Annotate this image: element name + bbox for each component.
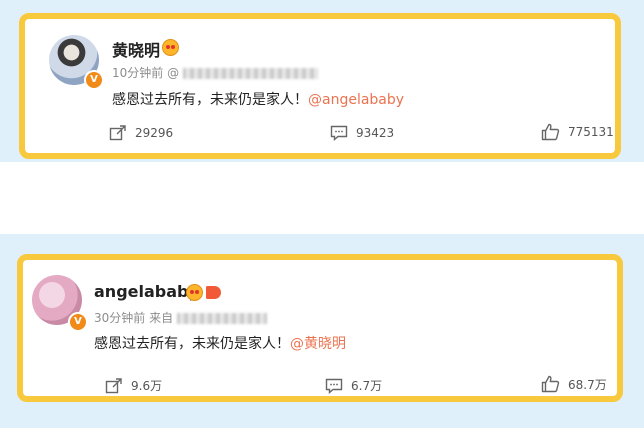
post-text: 感恩过去所有，未来仍是家人！@angelababy [112, 92, 405, 108]
fan-badge-icon [162, 39, 179, 56]
repost-count: 9.6万 [131, 379, 163, 393]
repost-button[interactable]: 29296 [109, 125, 173, 141]
comment-count: 93423 [356, 126, 395, 140]
share-icon [105, 377, 122, 393]
comment-icon [330, 125, 348, 141]
post-card: V 黄晓明 10分钟前 @ 感恩过去所有，未来仍是家人！@angelababy … [19, 13, 621, 159]
author-name[interactable]: 黄晓明 [112, 37, 160, 61]
post-time[interactable]: 10分钟前 [112, 66, 163, 80]
thumbs-up-icon [541, 123, 560, 141]
post-meta: 30分钟前 来自 [94, 309, 268, 326]
fan-badge-icon [186, 284, 203, 301]
mention-link[interactable]: @黄晓明 [290, 336, 346, 352]
repost-count: 29296 [135, 126, 174, 140]
post-time[interactable]: 30分钟前 [94, 311, 145, 325]
like-button[interactable]: 775131 [541, 123, 614, 141]
thumbs-up-icon [541, 375, 560, 393]
like-count: 775131 [568, 125, 614, 139]
post-text: 感恩过去所有，未来仍是家人！@黄晓明 [94, 336, 346, 352]
share-icon [109, 125, 126, 141]
repost-button[interactable]: 9.6万 [105, 377, 162, 394]
like-button[interactable]: 68.7万 [541, 375, 607, 393]
like-count: 68.7万 [568, 377, 607, 392]
author-name[interactable]: angelababy [94, 282, 199, 301]
verified-icon: V [84, 70, 104, 90]
comment-button[interactable]: 93423 [330, 125, 394, 141]
blurred-source [177, 313, 268, 324]
source-prefix: @ [167, 66, 180, 80]
mention-link[interactable]: @angelababy [308, 92, 404, 108]
blurred-source [183, 68, 319, 79]
comment-button[interactable]: 6.7万 [325, 377, 382, 394]
comment-count: 6.7万 [351, 379, 383, 393]
post-card: V angelababy 30分钟前 来自 感恩过去所有，未来仍是家人！@黄晓明… [17, 254, 623, 402]
separator-gap [0, 162, 644, 234]
verified-icon: V [68, 312, 88, 332]
post-meta: 10分钟前 @ [112, 64, 319, 81]
source-prefix: 来自 [149, 311, 174, 325]
comment-icon [325, 378, 343, 394]
megaphone-icon [206, 286, 221, 299]
